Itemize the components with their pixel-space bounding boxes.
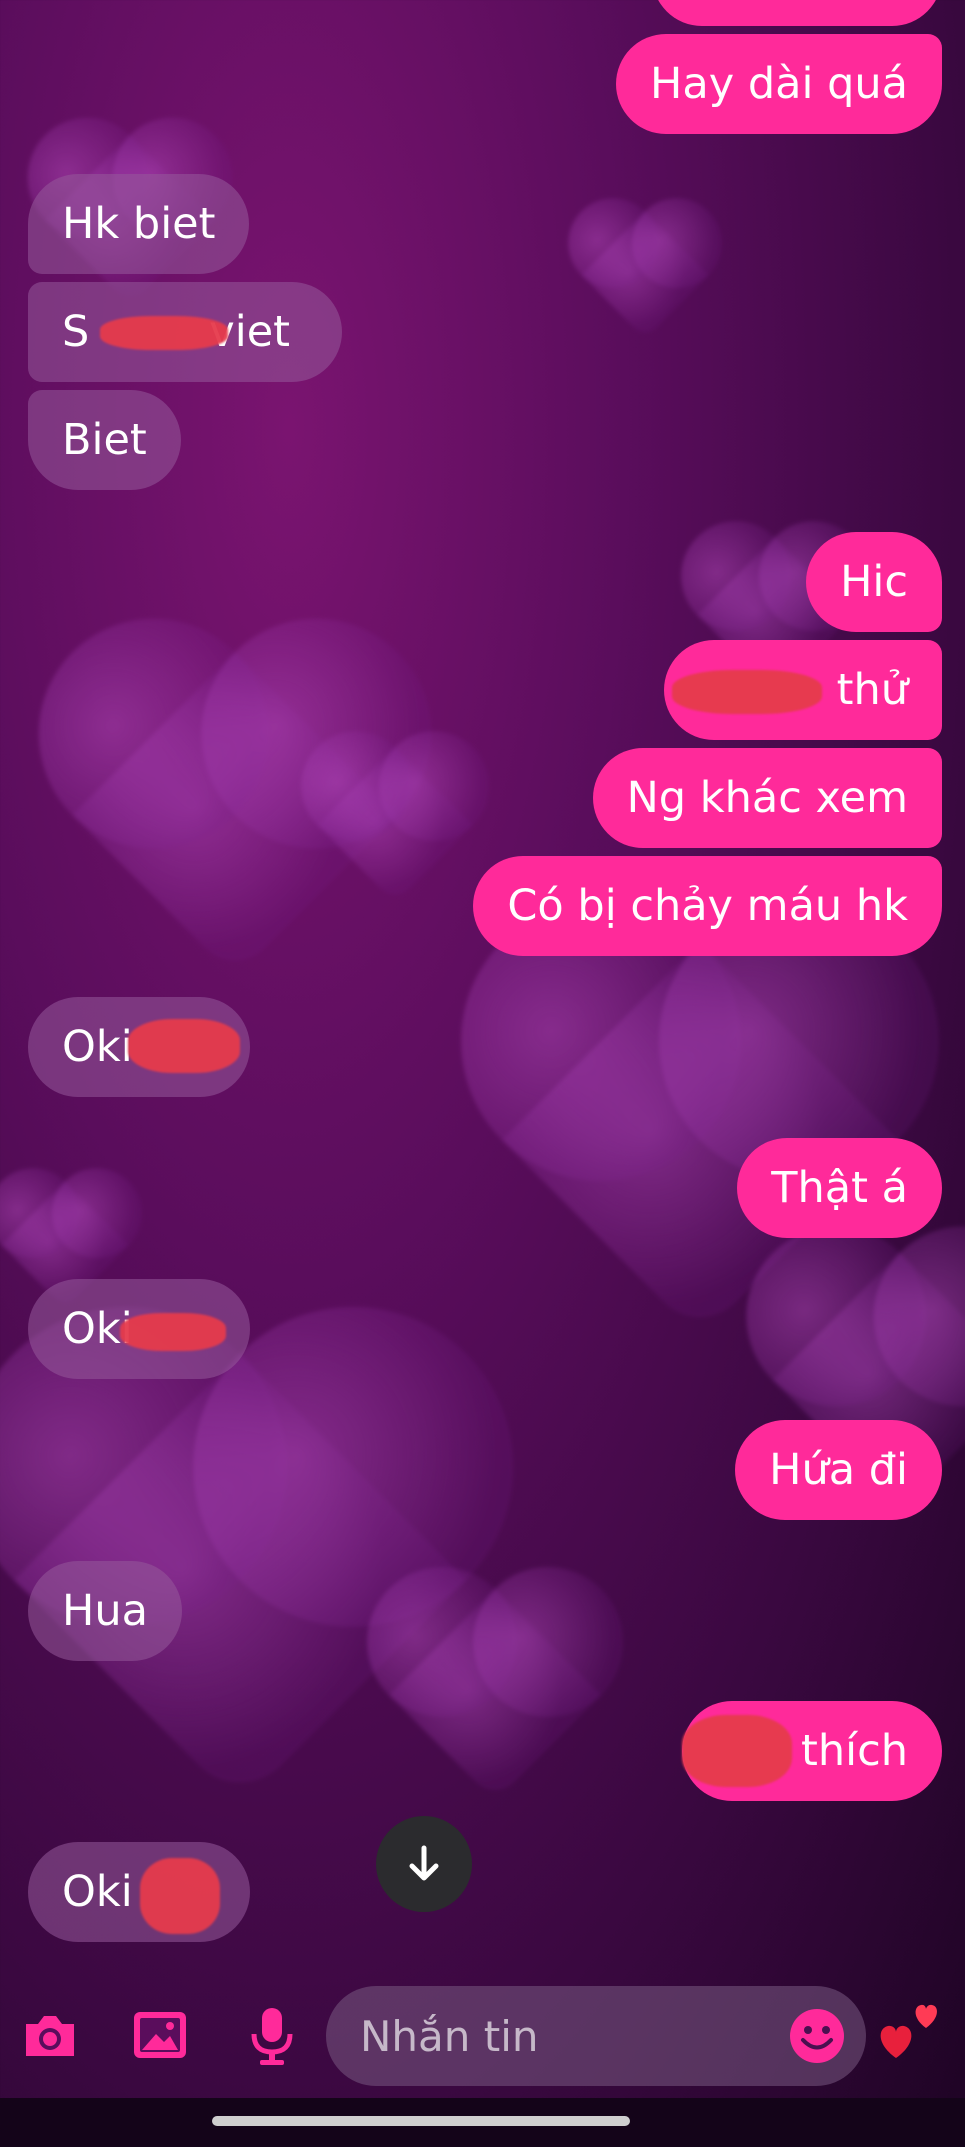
message-text: Oki (62, 1867, 133, 1917)
message-text: Hua (62, 1586, 148, 1636)
image-icon (134, 2012, 186, 2058)
message-bubble-outgoing[interactable]: Có bị chảy máu hk (473, 856, 942, 956)
message-text: Biet (62, 415, 147, 465)
message-input-container (326, 1986, 866, 2086)
message-text: Hk biet (62, 199, 216, 249)
message-bubble-incoming[interactable]: Biet (28, 390, 181, 490)
hearts-icon (880, 2004, 937, 2058)
message-input[interactable] (358, 2010, 742, 2062)
message-bubble-outgoing[interactable]: Hay dài quá (616, 34, 942, 134)
background-heart (317, 747, 473, 903)
background-heart (388, 1588, 602, 1802)
redaction-mark (140, 1858, 220, 1934)
message-text: thích (801, 1726, 908, 1776)
message-text: S (62, 307, 90, 357)
redaction-mark (682, 1715, 792, 1787)
message-text: Hic (840, 557, 908, 607)
redaction-mark (672, 670, 822, 714)
microphone-icon (251, 2008, 293, 2065)
message-bubble-outgoing[interactable]: Ng khác xem (592, 748, 942, 848)
message-bubble-outgoing[interactable]: thích (682, 1701, 942, 1801)
camera-icon (26, 2016, 74, 2056)
message-text: Ng khác xem (626, 773, 908, 823)
message-bubble-outgoing[interactable]: Thật á (737, 1138, 942, 1238)
message-bubble-incoming[interactable]: Oki (28, 1842, 250, 1942)
arrow-down-icon (409, 1845, 439, 1881)
message-text: Thật á (771, 1163, 908, 1213)
message-text: thử (836, 665, 908, 715)
emoji-icon[interactable] (788, 2007, 846, 2065)
redaction-mark (120, 1313, 226, 1351)
home-indicator[interactable] (212, 2116, 630, 2126)
message-bubble-incoming[interactable]: S viet (28, 282, 342, 382)
quick-reaction-button[interactable] (874, 1992, 946, 2064)
message-text: Hứa đi (769, 1445, 908, 1495)
message-bubble-outgoing[interactable]: Hic (806, 532, 942, 632)
message-bubble-outgoing-partial[interactable] (652, 0, 942, 26)
background-heart (581, 211, 709, 339)
redaction-mark (100, 316, 228, 350)
message-text: Oki (62, 1022, 133, 1072)
message-bubble-outgoing[interactable]: thử (664, 640, 942, 740)
redaction-mark (128, 1019, 240, 1073)
gallery-button[interactable] (128, 2004, 192, 2068)
message-text: Có bị chảy máu hk (507, 881, 908, 931)
camera-button[interactable] (18, 2004, 82, 2068)
message-bubble-incoming[interactable]: Hua (28, 1561, 182, 1661)
scroll-to-bottom-button[interactable] (376, 1816, 472, 1912)
message-bubble-incoming[interactable]: Oki (28, 1279, 250, 1379)
message-bubble-incoming[interactable]: Hk biet (28, 174, 250, 274)
microphone-button[interactable] (240, 2004, 304, 2068)
message-text: Hay dài quá (650, 59, 908, 109)
composer-bar (0, 1968, 965, 2098)
message-bubble-incoming[interactable]: Oki (28, 997, 250, 1097)
message-bubble-outgoing[interactable]: Hứa đi (735, 1420, 942, 1520)
